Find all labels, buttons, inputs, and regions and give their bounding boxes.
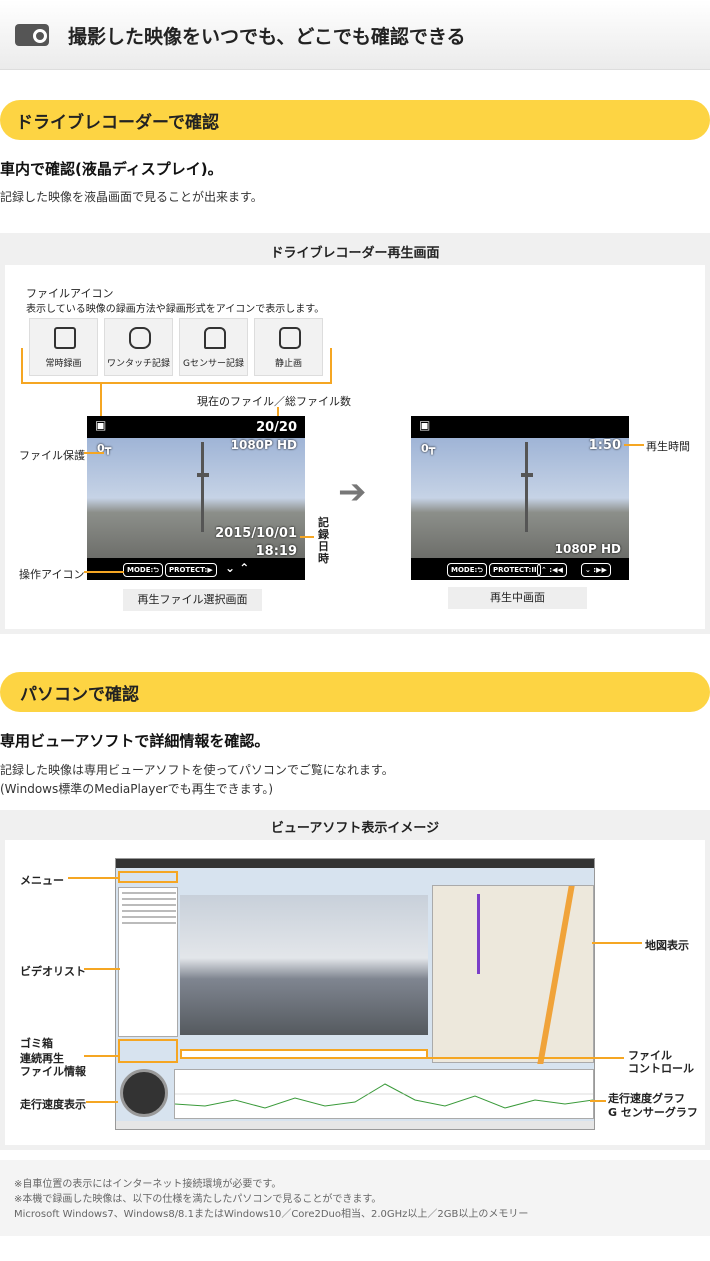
section-banner-pc-text: パソコンで確認	[20, 685, 139, 705]
mode-button[interactable]: MODE:⮌	[447, 563, 487, 577]
file-icon-label: ファイルアイコン	[26, 287, 114, 300]
section-banner-recorder-text: ドライブレコーダーで確認	[16, 113, 219, 133]
icon-continuous: 常時録画	[29, 318, 98, 376]
op-pointer	[84, 571, 124, 573]
viewer-panel-title: ビューアソフト表示イメージ	[270, 821, 440, 836]
viewer-video	[180, 895, 428, 1035]
video-list-label: ビデオリスト	[20, 965, 86, 978]
trash-label-3: ファイル情報	[20, 1065, 86, 1078]
note-1: ※自車位置の表示にはインターネット接続環境が必要です。	[14, 1179, 282, 1190]
film-icon: ▣	[95, 418, 107, 432]
section1-body: 記録した映像を液晶画面で見ることが出来ます。	[0, 190, 263, 204]
filectrl-pointer	[428, 1057, 624, 1059]
playback-select-screen: ▣ 0┳ 20/20 1080P HD 2015/10/01 18:19 MOD…	[87, 416, 305, 580]
key-icon: 0┳	[421, 442, 436, 455]
arrow-right-icon: ➔	[338, 472, 367, 512]
film-icon	[54, 327, 76, 349]
section2-subhead: 専用ビューアソフトで詳細情報を確認。	[0, 732, 270, 750]
op-icon-label: 操作アイコン	[19, 568, 85, 581]
note-3: Microsoft Windows7、Windows8/8.1またはWindow…	[14, 1209, 529, 1220]
file-info-highlight	[118, 1039, 178, 1063]
trash-pointer	[84, 1055, 120, 1057]
current-total-label: 現在のファイル／総ファイル数	[197, 395, 351, 408]
file-icon-desc: 表示している映像の録画方法や録画形式をアイコンで表示します。	[26, 304, 325, 315]
playing-screen: ▣ 0┳ 1:50 1080P HD MODE:⮌ PROTECT:II ⌃ :…	[411, 416, 629, 580]
note-2: ※本機で録画した映像は、以下の仕様を満たしたパソコンで見ることができます。	[14, 1194, 382, 1205]
screen2-caption: 再生中画面	[448, 587, 587, 609]
screen1-caption: 再生ファイル選択画面	[123, 589, 262, 611]
datetime-pointer	[300, 536, 314, 538]
record-date: 2015/10/01	[215, 526, 297, 541]
viewer-map	[432, 885, 594, 1064]
play-time-label: 再生時間	[646, 440, 690, 453]
film-icon: ▣	[419, 418, 431, 432]
protect-button[interactable]: PROTECT:▶	[165, 563, 217, 577]
forward-button[interactable]: ⌄ :▶▶	[581, 563, 611, 577]
viewer-screenshot	[115, 858, 595, 1130]
lock-hand-icon	[129, 327, 151, 349]
icon-gsensor: Gセンサー記録	[179, 318, 248, 376]
icon-continuous-label: 常時録画	[45, 359, 82, 369]
up-down-arrows[interactable]: ⌄ ⌃	[225, 561, 249, 575]
bracket-drop	[100, 382, 102, 417]
graph-label-2: G センサーグラフ	[608, 1106, 698, 1119]
speed-graph	[174, 1069, 594, 1119]
page-title: 撮影した映像をいつでも、どこでも確認できる	[68, 26, 466, 48]
playtime-pointer	[624, 444, 644, 446]
menu-label: メニュー	[20, 874, 64, 887]
record-datetime-label: 記録日時	[318, 516, 329, 565]
section1-subhead: 車内で確認(液晶ディスプレイ)。	[0, 160, 223, 178]
bracket-left	[21, 348, 23, 384]
map-display-label: 地図表示	[645, 939, 689, 952]
rewind-button[interactable]: ⌃ :◀◀	[537, 563, 567, 577]
recorder-panel-title: ドライブレコーダー再生画面	[270, 246, 440, 261]
resolution: 1080P HD	[230, 438, 297, 452]
video-list	[118, 887, 178, 1037]
graph-svg	[174, 1083, 594, 1109]
viewer-titlebar	[116, 859, 594, 868]
record-time: 18:19	[255, 544, 297, 559]
speedometer	[120, 1069, 168, 1117]
protect-pause-button[interactable]: PROTECT:II	[489, 563, 541, 577]
icon-onetouch-label: ワンタッチ記録	[106, 359, 170, 369]
icon-gsensor-label: Gセンサー記録	[183, 359, 244, 369]
resolution: 1080P HD	[554, 542, 621, 556]
screen2-photo	[411, 438, 629, 558]
trash-label-1: ゴミ箱	[20, 1037, 53, 1050]
file-control-bar[interactable]	[180, 1049, 428, 1059]
speed-display-label: 走行速度表示	[20, 1098, 86, 1111]
file-counter: 20/20	[256, 420, 297, 435]
camera-icon	[279, 327, 301, 349]
speed-pointer	[86, 1101, 118, 1103]
mode-button[interactable]: MODE:⮌	[123, 563, 163, 577]
icon-still-label: 静止画	[274, 359, 302, 369]
menu-pointer	[68, 877, 118, 879]
bracket-right	[330, 348, 332, 384]
videolist-pointer	[84, 968, 120, 970]
section2-body2: (Windows標準のMediaPlayerでも再生できます。)	[0, 782, 274, 796]
menu-highlight	[118, 871, 178, 883]
file-ctrl-label-2: コントロール	[628, 1062, 694, 1075]
car-crash-icon	[204, 327, 226, 349]
file-protect-label: ファイル保護	[19, 449, 85, 462]
map-pointer	[592, 942, 642, 944]
play-time: 1:50	[588, 438, 621, 453]
graph-pointer	[590, 1100, 606, 1102]
camera-icon	[15, 24, 49, 46]
protect-pointer	[84, 452, 104, 454]
section2-body1: 記録した映像は専用ビューアソフトを使ってパソコンでご覧になれます。	[0, 763, 394, 777]
icon-still: 静止画	[254, 318, 323, 376]
icon-onetouch: ワンタッチ記録	[104, 318, 173, 376]
bracket-bottom	[21, 382, 332, 384]
viewer-statusbar	[116, 1121, 594, 1129]
